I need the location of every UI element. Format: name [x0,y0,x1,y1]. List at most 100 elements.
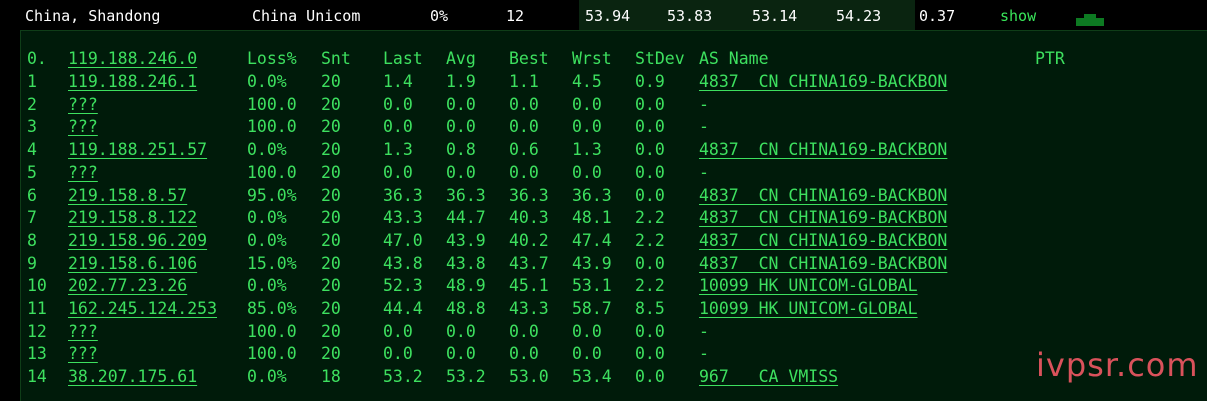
hop-loss: 100.0 [247,321,297,341]
hop-avg: 48.9 [446,276,486,296]
hop-host[interactable]: 119.188.246.1 [68,71,197,93]
hop-as[interactable]: 4837 CN CHINA169-BACKBON [699,71,947,93]
hop-best: 1.1 [509,72,539,91]
hop-hop: 12 [27,321,47,341]
header-wrst: Wrst [572,49,612,68]
hop-snt: 20 [321,185,341,205]
hop-hop: 3 [27,117,37,137]
hop-host[interactable]: ??? [68,162,98,184]
hop-wrst: 58.7 [572,299,612,318]
hop-stdev: 0.0 [635,117,665,137]
hop-last: 0.0 [383,117,413,137]
hop-snt: 20 [321,299,341,318]
hop-host[interactable]: 219.158.96.209 [68,230,207,252]
hop-last: 47.0 [383,230,423,250]
hop-snt: 20 [321,72,341,91]
hop-snt: 20 [321,344,341,364]
hop-stdev: 8.5 [635,299,665,318]
hop-host[interactable]: 219.158.6.106 [68,253,197,275]
header-last: Last [383,49,423,68]
hop-host[interactable]: 119.188.251.57 [68,139,207,161]
hop-loss: 0.0% [247,208,287,228]
hop-stdev: 2.2 [635,276,665,296]
hop-as: - [699,94,709,114]
mtr-result-panel: 0. 119.188.246.0 Loss% Snt Last Avg Best… [20,30,1207,401]
table-row: 6 219.158.8.57 95.0% 20 36.3 36.3 36.3 36.3 0.0 4… [21,185,1207,207]
hop-hop: 8 [27,230,37,250]
hop-avg: 43.9 [446,230,486,250]
table-row: 5??? 100.0 20 0.0 0.0 0.0 0.0 0.0 - [21,162,1207,184]
hop-last: 0.0 [383,321,413,341]
hop-best: 53.0 [509,367,549,387]
hop-last: 43.3 [383,208,423,228]
hop-host[interactable]: ??? [68,321,98,343]
watermark-logo: ivpsr.com [1036,346,1199,384]
hop-wrst: 36.3 [572,185,612,205]
hop-host[interactable]: 202.77.23.26 [68,275,187,297]
hop-host[interactable]: 219.158.8.122 [68,207,197,229]
hop-loss: 95.0% [247,185,297,205]
hop-host[interactable]: 162.245.124.253 [68,298,217,320]
hop-as[interactable]: 4837 CN CHINA169-BACKBON [699,139,947,161]
table-row: 11 162.245.124.253 85.0% 20 44.4 48.8 43.3 58.7… [21,298,1207,320]
hop-loss: 0.0% [247,72,287,91]
hop-avg: 0.0 [446,94,476,114]
hop-stdev: 0.0 [635,321,665,341]
hop-avg: 0.0 [446,321,476,341]
hop-wrst: 1.3 [572,140,602,160]
header-hop: 0. [27,49,47,68]
hop-host[interactable]: 219.158.8.57 [68,185,187,207]
hop-host[interactable]: ??? [68,116,98,138]
table-row: 10 202.77.23.26 0.0% 20 52.3 48.9 45.1 53.1 2.2 1… [21,275,1207,297]
hop-stdev: 0.0 [635,253,665,273]
hop-best: 40.3 [509,208,549,228]
hop-avg: 0.8 [446,140,476,160]
hop-stdev: 0.9 [635,72,665,91]
header-host[interactable]: 119.188.246.0 [68,48,197,70]
summary-best: 53.14 [752,7,798,25]
hop-as: - [699,321,709,341]
hop-loss: 100.0 [247,94,297,114]
hop-as[interactable]: 4837 CN CHINA169-BACKBON [699,185,947,207]
hop-snt: 20 [321,208,341,228]
hop-last: 0.0 [383,94,413,114]
hop-hop: 7 [27,208,37,228]
hop-last: 1.3 [383,140,413,160]
hop-as[interactable]: 967 CA VMISS [699,366,838,388]
header-best: Best [509,49,549,68]
hop-best: 0.0 [509,117,539,137]
hop-loss: 0.0% [247,140,287,160]
hop-as[interactable]: 4837 CN CHINA169-BACKBON [699,253,947,275]
hop-wrst: 0.0 [572,321,602,341]
hop-wrst: 53.4 [572,367,612,387]
hop-snt: 20 [321,253,341,273]
hop-stdev: 0.0 [635,94,665,114]
hop-last: 1.4 [383,72,413,91]
hop-last: 0.0 [383,344,413,364]
hop-loss: 85.0% [247,299,297,318]
table-row: 14 38.207.175.61 0.0% 18 53.2 53.2 53.0 53.4 0.0… [21,366,1207,388]
hop-stdev: 0.0 [635,140,665,160]
hop-host[interactable]: 38.207.175.61 [68,366,197,388]
hop-wrst: 0.0 [572,162,602,182]
hop-avg: 48.8 [446,299,486,318]
header-ptr: PTR [1035,49,1065,68]
show-button[interactable]: show [1000,7,1036,25]
hop-wrst: 53.1 [572,276,612,296]
hop-stdev: 0.0 [635,185,665,205]
hop-avg: 36.3 [446,185,486,205]
header-as: AS Name [699,49,769,68]
hop-avg: 0.0 [446,344,476,364]
hop-as[interactable]: 4837 CN CHINA169-BACKBON [699,207,947,229]
table-row: 7 219.158.8.122 0.0% 20 43.3 44.7 40.3 48.1 2.2 4… [21,207,1207,229]
header-snt: Snt [321,49,351,68]
hop-avg: 0.0 [446,162,476,182]
hop-as[interactable]: 10099 HK UNICOM-GLOBAL [699,275,918,297]
hop-hop: 13 [27,344,47,364]
hop-snt: 20 [321,276,341,296]
hop-as[interactable]: 10099 HK UNICOM-GLOBAL [699,298,918,320]
hop-as: - [699,117,709,137]
hop-as[interactable]: 4837 CN CHINA169-BACKBON [699,230,947,252]
hop-host[interactable]: ??? [68,94,98,116]
hop-host[interactable]: ??? [68,343,98,365]
